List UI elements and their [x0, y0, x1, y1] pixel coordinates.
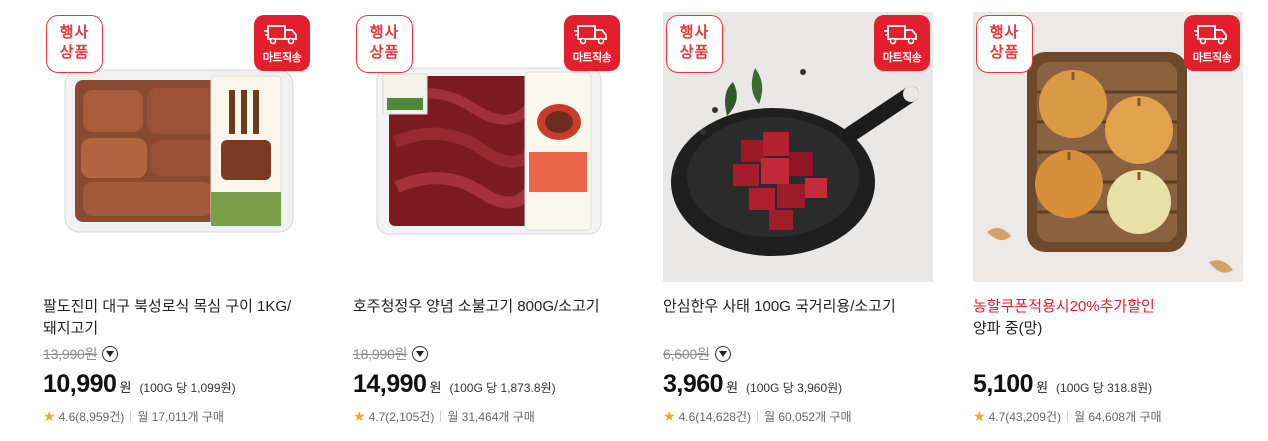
star-icon: ★ [43, 408, 56, 424]
product-card[interactable]: 행사 상품 마트직송 안심한우 사태 100G 국거리용/소고기 6,600원 3… [663, 12, 933, 437]
price-detail-toggle[interactable] [412, 346, 429, 362]
event-product-badge: 행사 상품 [356, 15, 413, 73]
divider [440, 411, 442, 422]
currency-label: 원 [726, 380, 739, 395]
monthly-purchases: 월 60,052개 구매 [764, 410, 852, 424]
review-count[interactable]: (2,105건) [385, 408, 434, 425]
mart-delivery-label: 마트직송 [882, 52, 922, 64]
price-row: 10,990 원 (100G 당 1,099원) [43, 370, 236, 399]
sale-price: 14,990 [353, 370, 427, 398]
event-product-badge: 행사 상품 [976, 15, 1033, 73]
chevron-down-icon [718, 351, 727, 357]
mart-delivery-badge: 마트직송 [254, 15, 310, 71]
rating-row: ★ 4.6 (14,628건) 월 60,052개 구매 [663, 408, 852, 425]
monthly-purchases: 월 31,464개 구매 [447, 410, 535, 424]
rating-score: 4.7 [988, 409, 1006, 424]
original-price: 13,990원 [43, 346, 98, 362]
sale-price: 3,960 [663, 370, 724, 398]
original-price-row: 13,990원 [43, 344, 119, 364]
divider [1067, 411, 1068, 422]
sale-price: 5,100 [973, 370, 1034, 398]
product-card[interactable]: 행사 상품 마트직송 팔도진미 대구 북성로식 목심 구이 1KG/돼지고기 13… [43, 12, 313, 437]
rating-row: ★ 4.6 (8,959건) 월 17,011개 구매 [43, 408, 224, 425]
original-price: 18,990원 [353, 346, 408, 362]
divider [757, 411, 758, 422]
chevron-down-icon [106, 351, 115, 357]
mart-delivery-label: 마트직송 [262, 52, 302, 64]
event-product-badge: 행사 상품 [46, 15, 103, 73]
rating-score: 4.6 [678, 409, 696, 424]
price-row: 5,100 원 (100G 당 318.8원) [973, 370, 1152, 399]
star-icon: ★ [973, 408, 986, 424]
original-price-row: 18,990원 [353, 344, 429, 364]
review-count[interactable]: (8,959건) [75, 408, 124, 425]
product-title[interactable]: 팔도진미 대구 북성로식 목심 구이 1KG/돼지고기 [43, 296, 318, 340]
product-card[interactable]: 행사 상품 마트직송 호주청정우 양념 소불고기 800G/소고기 18,990원… [353, 12, 623, 437]
unit-price: (100G 당 3,960원) [746, 381, 843, 395]
currency-label: 원 [119, 380, 132, 395]
chevron-down-icon [416, 351, 425, 357]
price-row: 3,960 원 (100G 당 3,960원) [663, 370, 842, 399]
event-product-badge: 행사 상품 [666, 15, 723, 73]
mart-delivery-badge: 마트직송 [564, 15, 620, 71]
currency-label: 원 [429, 380, 442, 395]
original-price: 6,600원 [663, 346, 710, 362]
rating-score: 4.7 [368, 409, 386, 424]
star-icon: ★ [663, 408, 676, 424]
review-count[interactable]: (43,209건) [1005, 408, 1061, 425]
monthly-purchases: 월 17,011개 구매 [137, 410, 224, 424]
truck-icon [264, 25, 297, 45]
truck-icon [1194, 25, 1227, 45]
divider [130, 411, 132, 422]
unit-price: (100G 당 318.8원) [1056, 381, 1153, 395]
original-price-row: 6,600원 [663, 344, 731, 364]
truck-icon [884, 25, 917, 45]
mart-delivery-label: 마트직송 [1192, 52, 1232, 64]
unit-price: (100G 당 1,873.8원) [449, 381, 556, 395]
currency-label: 원 [1036, 380, 1049, 395]
sale-price: 10,990 [43, 370, 117, 398]
price-row: 14,990 원 (100G 당 1,873.8원) [353, 370, 556, 399]
product-title[interactable]: 안심한우 사태 100G 국거리용/소고기 [663, 296, 938, 318]
monthly-purchases: 월 64,608개 구매 [1074, 410, 1162, 424]
price-detail-toggle[interactable] [714, 346, 731, 362]
promo-text: 농할쿠폰적용시20%추가할인 [973, 298, 1155, 315]
product-title[interactable]: 농할쿠폰적용시20%추가할인 양파 중(망) [973, 296, 1248, 340]
review-count[interactable]: (14,628건) [695, 408, 751, 425]
truck-icon [574, 25, 607, 45]
rating-row: ★ 4.7 (2,105건) 월 31,464개 구매 [353, 408, 535, 425]
mart-delivery-badge: 마트직송 [874, 15, 930, 71]
product-card[interactable]: 행사 상품 마트직송 농할쿠폰적용시20%추가할인 양파 중(망) 5,100 원… [973, 12, 1243, 437]
mart-delivery-label: 마트직송 [572, 52, 612, 64]
mart-delivery-badge: 마트직송 [1184, 15, 1240, 71]
rating-row: ★ 4.7 (43,209건) 월 64,608개 구매 [973, 408, 1162, 425]
product-title[interactable]: 호주청정우 양념 소불고기 800G/소고기 [353, 296, 628, 318]
star-icon: ★ [353, 408, 366, 424]
price-detail-toggle[interactable] [102, 346, 119, 362]
unit-price: (100G 당 1,099원) [139, 381, 236, 395]
rating-score: 4.6 [58, 409, 76, 424]
